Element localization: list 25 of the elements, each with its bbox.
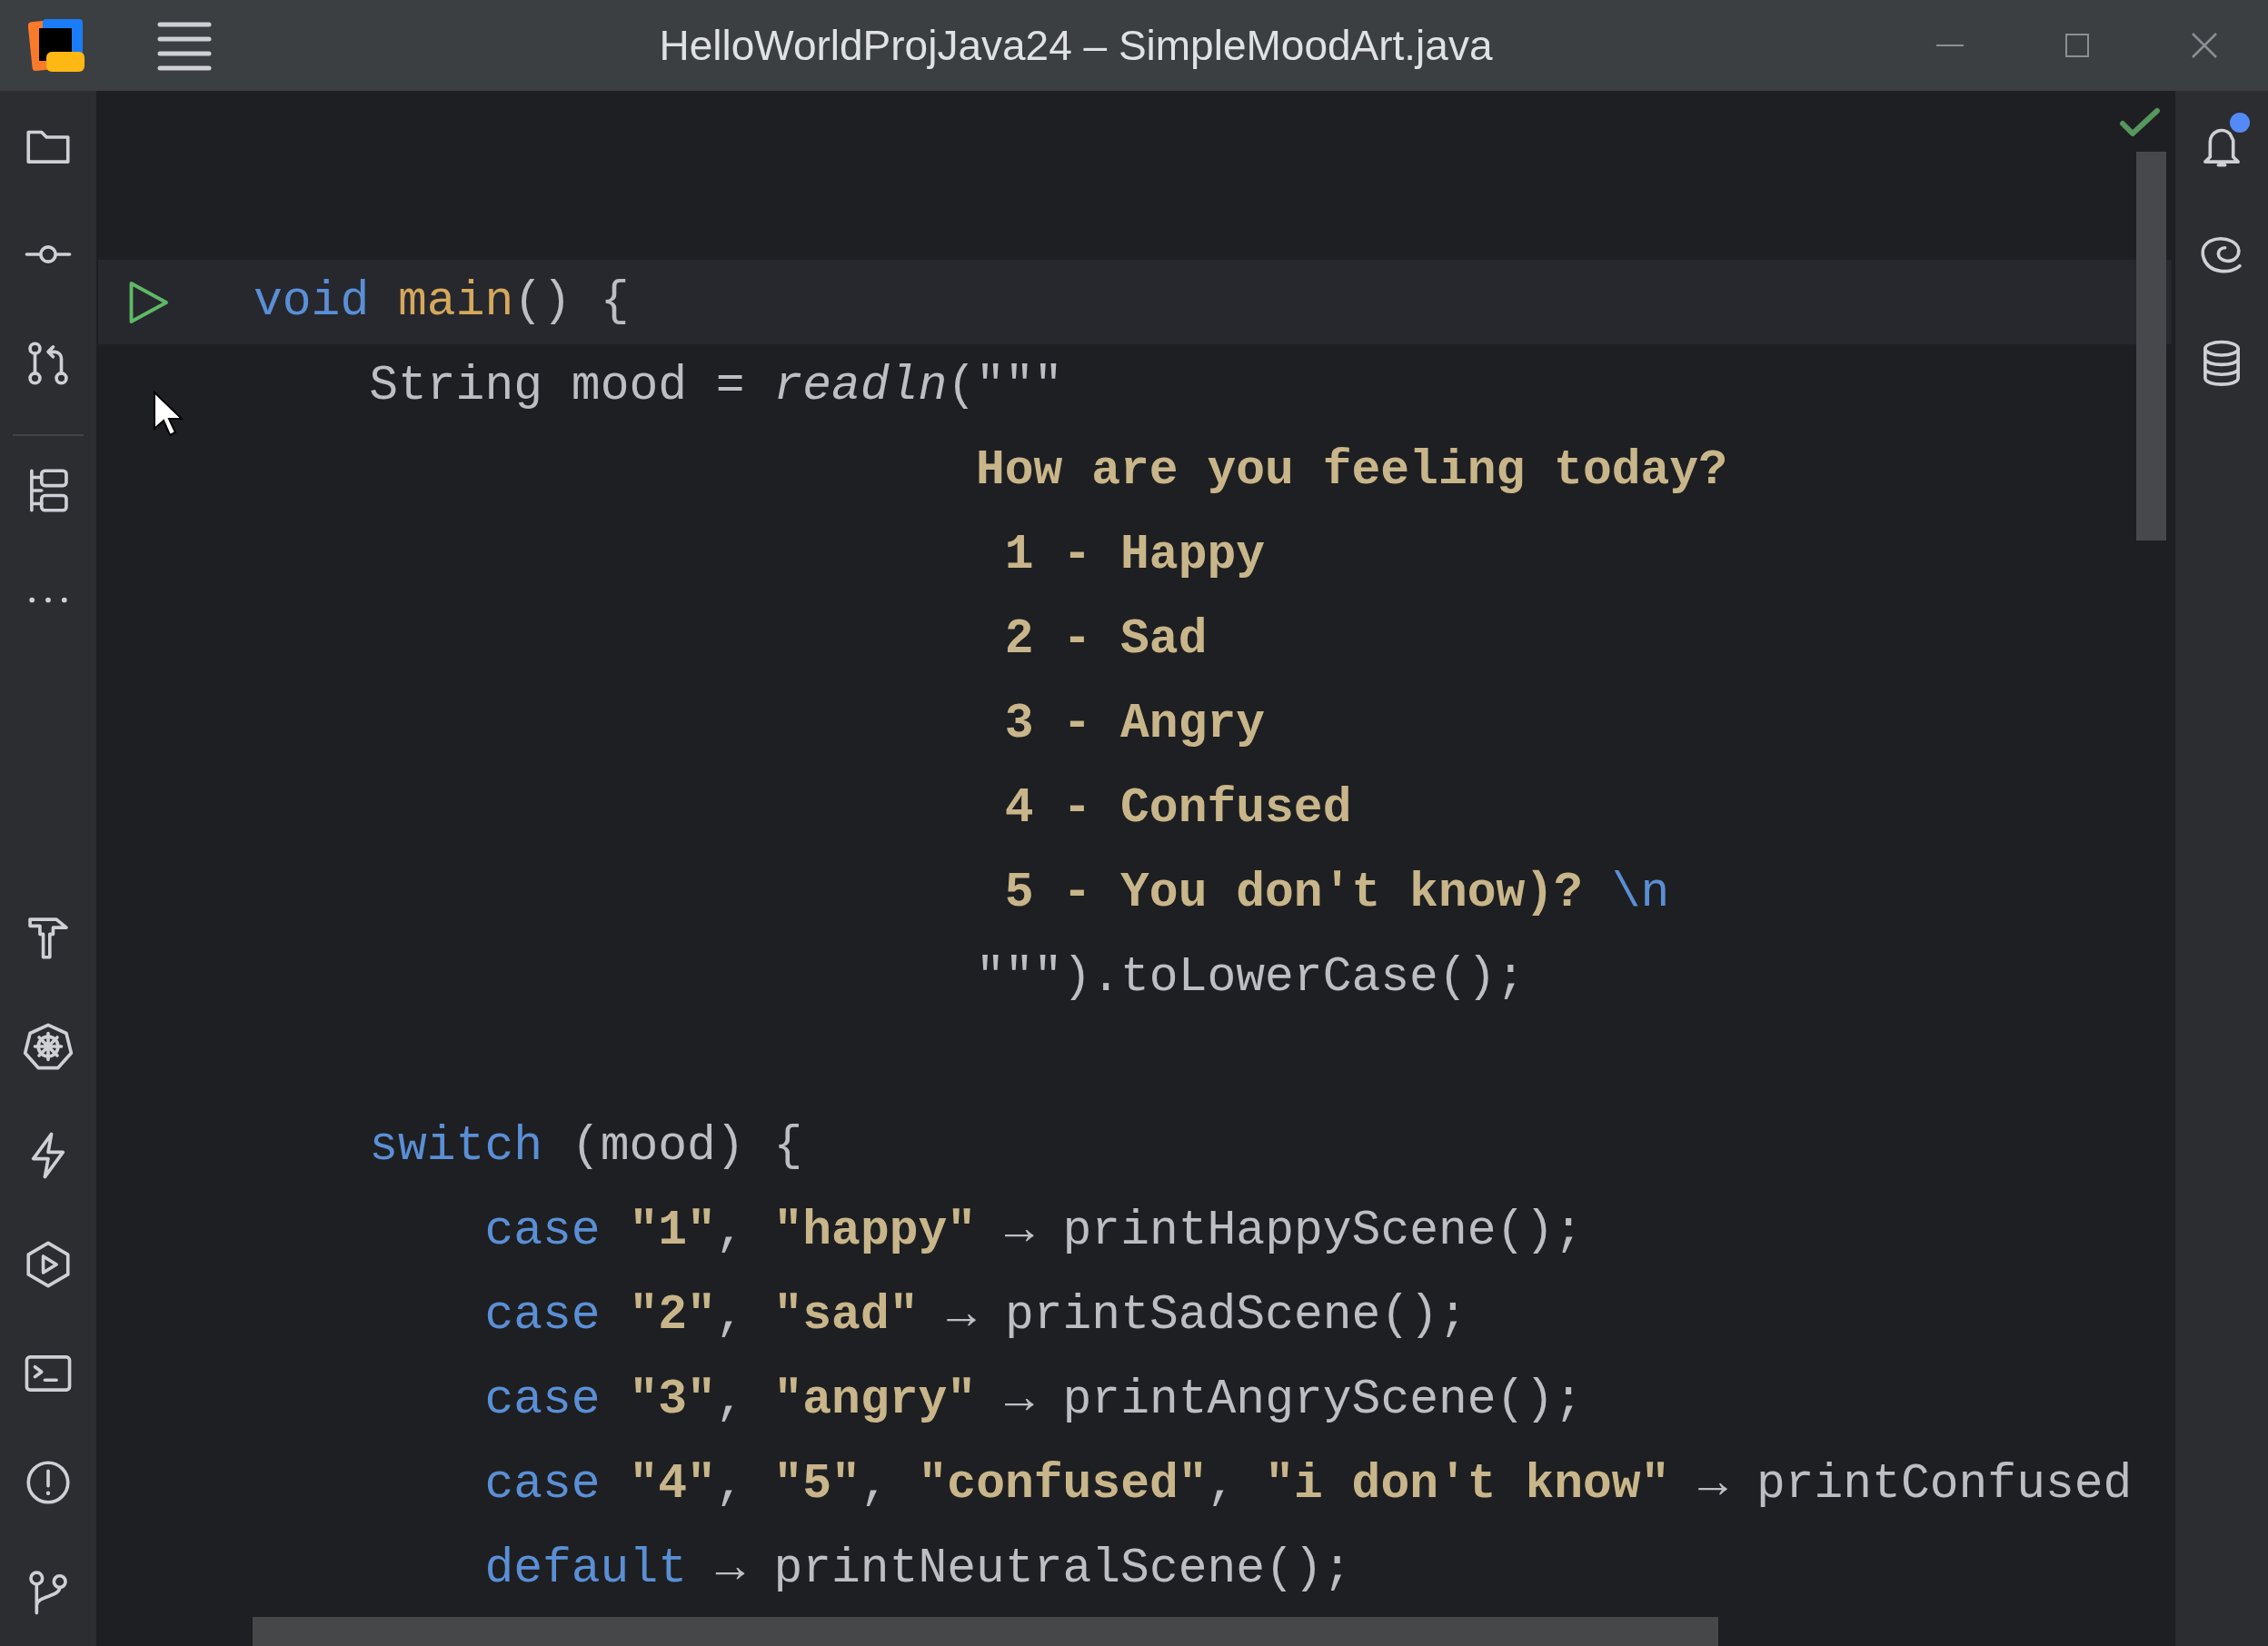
code-line: void main() { <box>254 273 630 331</box>
vertical-scrollbar[interactable] <box>2136 152 2166 540</box>
code-line: 2 - Sad <box>1003 610 1208 669</box>
code-line: default → printNeutralScene(); <box>484 1540 1352 1598</box>
code-line: 4 - Confused <box>1003 779 1352 838</box>
mouse-cursor-icon <box>153 391 185 438</box>
check-icon <box>2119 107 2161 138</box>
code-line: case "1", "happy" → printHappyScene(); <box>484 1202 1584 1260</box>
app-logo <box>28 17 85 74</box>
code-line: case "3", "angry" → printAngryScene(); <box>484 1371 1584 1429</box>
code-line: How are you feeling today? <box>976 441 1727 500</box>
code-line: switch (mood) { <box>369 1117 803 1175</box>
minimize-icon <box>1936 44 1964 47</box>
code-line: 1 - Happy <box>1003 526 1266 584</box>
code-line: 3 - Angry <box>1003 695 1266 753</box>
code-line: """).toLowerCase(); <box>976 948 1526 1006</box>
window-title: HelloWorldProjJava24 – SimpleMoodArt.java <box>659 20 1493 71</box>
maximize-icon <box>2064 33 2090 58</box>
horizontal-scrollbar[interactable] <box>253 1617 1718 1646</box>
more-icon <box>29 596 67 603</box>
code-line: 5 - You don't know)? \n <box>1003 864 1670 922</box>
close-icon <box>2191 32 2218 59</box>
code-line: String mood = readln(""" <box>369 357 1063 415</box>
code-line: case "4", "5", "confused", "i don't know" → printConfused <box>484 1455 2133 1513</box>
code-line: case "2", "sad" → printSadScene(); <box>484 1286 1467 1344</box>
